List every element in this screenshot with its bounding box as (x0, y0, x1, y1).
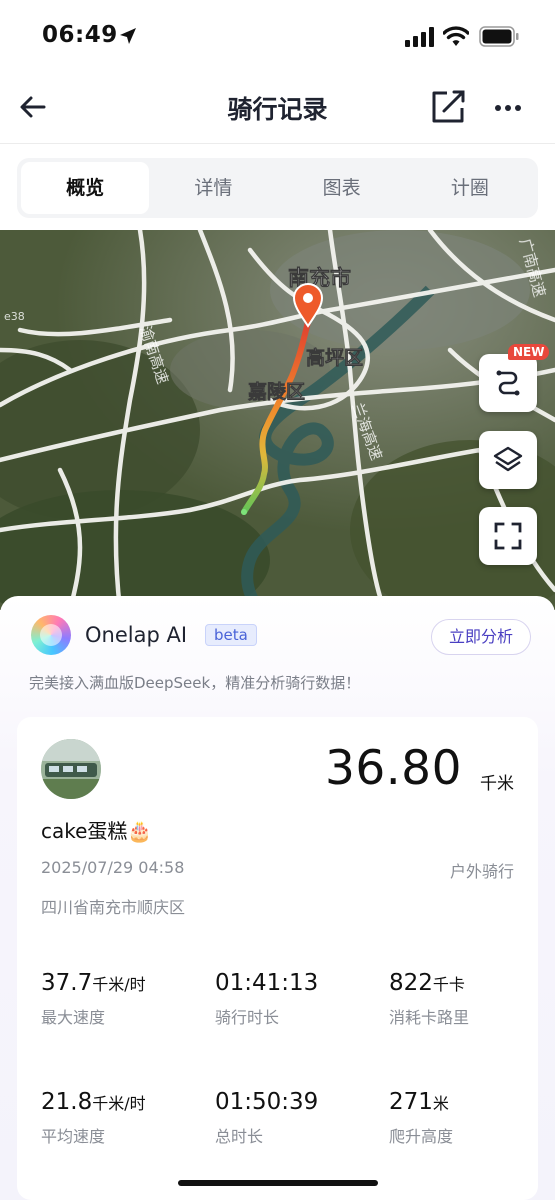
beta-badge: beta (205, 624, 257, 646)
stat-label: 总时长 (215, 1127, 264, 1146)
more-icon[interactable] (494, 94, 522, 122)
fullscreen-button[interactable] (479, 507, 537, 565)
analyze-button[interactable]: 立即分析 (431, 619, 531, 655)
stat-value: 01:50:39 (215, 1089, 319, 1115)
stat-value: 271 (389, 1089, 433, 1115)
stat-unit: 千米/时 (92, 1094, 146, 1113)
stat-value: 21.8 (41, 1089, 93, 1115)
stat-label: 最大速度 (41, 1008, 106, 1027)
ride-location: 四川省南充市顺庆区 (41, 898, 186, 917)
ride-datetime: 2025/07/29 04:58 (41, 858, 185, 877)
tab-charts[interactable]: 图表 (278, 162, 406, 214)
user-name: cake蛋糕🎂 (41, 819, 153, 843)
cellular-signal-icon (405, 27, 434, 47)
stat-unit: 千米/时 (92, 975, 146, 994)
stat-unit: 米 (432, 1094, 449, 1113)
tab-laps[interactable]: 计圈 (406, 162, 534, 214)
edit-icon[interactable] (430, 89, 466, 125)
stat-max-speed: 37.7千米/时 最大速度 (41, 970, 211, 1028)
map-label-gaoping: 高坪区 (306, 346, 363, 369)
map-label-edge: e38 (4, 310, 25, 323)
location-arrow-icon (120, 28, 136, 44)
new-badge: NEW (508, 344, 550, 360)
stat-unit: 千卡 (432, 975, 465, 994)
fullscreen-icon (494, 522, 522, 550)
stat-value: 37.7 (41, 970, 93, 996)
stat-label: 平均速度 (41, 1127, 106, 1146)
stat-value: 01:41:13 (215, 970, 319, 996)
nav-bar: 骑行记录 (0, 72, 555, 144)
satellite-map: 南充市 高坪区 嘉陵区 渝南高速 兰海高速 广南高速 e38 (0, 230, 555, 610)
avatar[interactable] (41, 739, 101, 799)
stat-calories: 822千卡 消耗卡路里 (389, 970, 555, 1028)
ai-name: Onelap AI (85, 623, 188, 647)
route-map[interactable]: 南充市 高坪区 嘉陵区 渝南高速 兰海高速 广南高速 e38 慢 快 (0, 230, 555, 610)
ai-description: 完美接入满血版DeepSeek，精准分析骑行数据！ (29, 674, 361, 692)
distance-unit: 千米 (480, 774, 514, 794)
route-button[interactable] (479, 354, 537, 412)
home-indicator[interactable] (178, 1180, 378, 1186)
stat-label: 消耗卡路里 (389, 1008, 470, 1027)
tab-overview[interactable]: 概览 (21, 162, 150, 214)
route-icon (496, 370, 520, 396)
status-time: 06:49 (42, 22, 118, 48)
wifi-icon (443, 26, 469, 46)
layers-button[interactable] (479, 431, 537, 489)
stat-moving-time: 01:41:13 骑行时长 (215, 970, 385, 1028)
stat-value: 822 (389, 970, 433, 996)
ride-summary-card: 36.80 千米 cake蛋糕🎂 2025/07/29 04:58 户外骑行 四… (17, 717, 538, 1200)
stat-total-time: 01:50:39 总时长 (215, 1089, 385, 1147)
stat-label: 骑行时长 (215, 1008, 280, 1027)
stat-label: 爬升高度 (389, 1127, 454, 1146)
map-label-jialing: 嘉陵区 (247, 380, 305, 403)
battery-icon (479, 26, 519, 47)
map-label-city: 南充市 (288, 266, 351, 290)
page-title: 骑行记录 (227, 95, 328, 124)
stat-elevation-gain: 271米 爬升高度 (389, 1089, 555, 1147)
layers-icon (493, 446, 523, 472)
distance-value: 36.80 (324, 741, 462, 796)
status-bar: 06:49 (0, 0, 555, 72)
ride-type: 户外骑行 (449, 862, 514, 881)
onelap-ai-logo-icon (31, 615, 71, 655)
stat-avg-speed: 21.8千米/时 平均速度 (41, 1089, 211, 1147)
segment-tabs: 概览 详情 图表 计圈 (17, 158, 538, 218)
tab-details[interactable]: 详情 (149, 162, 277, 214)
